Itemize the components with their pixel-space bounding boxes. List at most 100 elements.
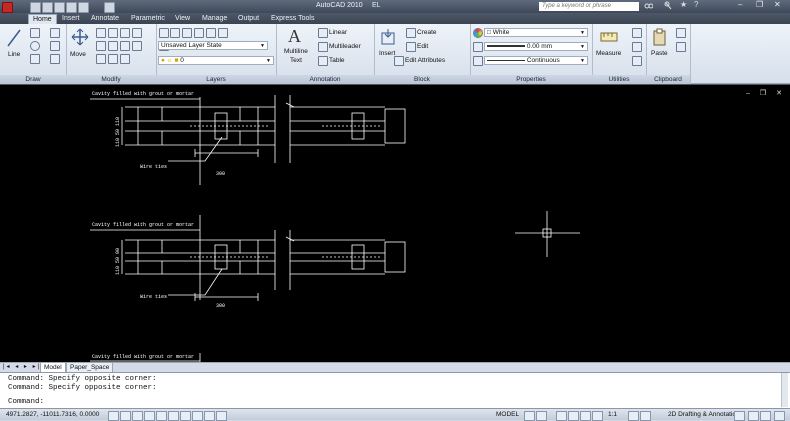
match-properties-icon[interactable]	[473, 28, 483, 38]
trim-icon[interactable]	[108, 28, 118, 38]
edit-block-icon[interactable]	[406, 42, 416, 52]
layer-lock-icon[interactable]	[206, 28, 216, 38]
cut-icon[interactable]	[676, 28, 686, 38]
tab-insert[interactable]: Insert	[62, 14, 80, 24]
array-icon[interactable]	[108, 54, 118, 64]
save-icon[interactable]	[54, 2, 65, 13]
calculator-icon[interactable]	[632, 56, 642, 66]
draw-panel-title[interactable]: Draw	[0, 75, 66, 84]
stretch-icon[interactable]	[96, 54, 106, 64]
lineweight-icon[interactable]	[473, 42, 483, 52]
insert-button-label[interactable]: Insert	[379, 50, 395, 57]
new-icon[interactable]	[30, 2, 41, 13]
edit-attributes-icon[interactable]	[394, 56, 404, 66]
measure-icon[interactable]	[600, 30, 618, 46]
color-dropdown[interactable]: □ White ▼	[484, 28, 588, 37]
create-block-button[interactable]: Create	[417, 29, 437, 36]
circle-icon[interactable]	[30, 41, 40, 51]
command-window[interactable]: Command: Specify opposite corner: Comman…	[0, 372, 790, 408]
layer-state-dropdown[interactable]: Unsaved Layer State ▼	[158, 41, 268, 50]
copy-clip-icon[interactable]	[676, 42, 686, 52]
command-scrollbar[interactable]	[781, 373, 788, 407]
layer-freeze-icon[interactable]	[194, 28, 204, 38]
edit-block-button[interactable]: Edit	[417, 43, 428, 50]
properties-panel-title[interactable]: Properties	[470, 75, 592, 84]
annotation-panel-title[interactable]: Annotation	[276, 75, 374, 84]
mtext-icon[interactable]: A	[288, 26, 301, 47]
ellipse-icon[interactable]	[50, 54, 60, 64]
layer-match-icon[interactable]	[218, 28, 228, 38]
line-icon[interactable]	[6, 28, 22, 50]
linear-dim-button[interactable]: Linear	[329, 29, 347, 36]
layer-properties-icon[interactable]	[159, 28, 169, 38]
block-panel-title[interactable]: Block	[374, 75, 470, 84]
polyline-icon[interactable]	[30, 28, 40, 38]
application-menu-button[interactable]	[2, 2, 13, 13]
move-icon[interactable]	[71, 28, 89, 48]
multileader-icon[interactable]	[318, 42, 328, 52]
explode-icon[interactable]	[132, 41, 142, 51]
search-input[interactable]: Type a keyword or phrase	[539, 2, 639, 11]
annotation-scale[interactable]: 1:1	[608, 411, 617, 418]
modify-panel-title[interactable]: Modify	[66, 75, 156, 84]
redo-icon[interactable]	[78, 2, 89, 13]
lineweight-dropdown[interactable]: 0.00 mm ▼	[484, 42, 588, 51]
mtext-button-label[interactable]: Multiline Text	[284, 47, 308, 65]
linetype-dropdown[interactable]: Continuous ▼	[484, 56, 588, 65]
utilities-panel-title[interactable]: Utilities	[592, 75, 646, 84]
binoculars-icon[interactable]	[644, 1, 654, 9]
paste-button-label[interactable]: Paste	[651, 50, 668, 57]
linear-dim-icon[interactable]	[318, 28, 328, 38]
measure-button-label[interactable]: Measure	[596, 50, 621, 57]
line-button-label[interactable]: Line	[8, 51, 20, 58]
edit-attributes-button[interactable]: Edit Attributes	[405, 57, 445, 64]
tab-express-tools[interactable]: Express Tools	[271, 14, 314, 24]
layers-panel-title[interactable]: Layers	[156, 75, 276, 84]
tab-view[interactable]: View	[175, 14, 190, 24]
layer-off-icon[interactable]	[170, 28, 180, 38]
command-prompt[interactable]: Command:	[8, 398, 44, 406]
app-title: AutoCAD 2010	[316, 2, 363, 9]
mirror-icon[interactable]	[108, 41, 118, 51]
linetype-icon[interactable]	[473, 56, 483, 66]
id-point-icon[interactable]	[632, 42, 642, 52]
clipboard-panel-title[interactable]: Clipboard	[646, 75, 690, 84]
tab-output[interactable]: Output	[238, 14, 259, 24]
fillet-icon[interactable]	[132, 28, 142, 38]
hatch-icon[interactable]	[50, 41, 60, 51]
scale-icon[interactable]	[120, 41, 130, 51]
dim-300-1: 300	[216, 171, 225, 177]
offset-icon[interactable]	[120, 54, 130, 64]
tab-parametric[interactable]: Parametric	[131, 14, 165, 24]
paste-icon[interactable]	[652, 28, 668, 48]
workspace-switcher[interactable]: 2D Drafting & Annotation	[668, 411, 740, 418]
table-icon[interactable]	[318, 56, 328, 66]
plot-icon[interactable]	[104, 2, 115, 13]
help-icon[interactable]: ?	[694, 0, 698, 9]
tab-annotate[interactable]: Annotate	[91, 14, 119, 24]
layer-isolate-icon[interactable]	[182, 28, 192, 38]
table-button[interactable]: Table	[329, 57, 345, 64]
erase-icon[interactable]	[120, 28, 130, 38]
current-layer-dropdown[interactable]: ● ☼ ■ 0 ▼	[158, 56, 274, 65]
tab-manage[interactable]: Manage	[202, 14, 227, 24]
multileader-button[interactable]: Multileader	[329, 43, 361, 50]
drawing-canvas[interactable]: – ❐ ✕ Cavity filled with grout or mortar…	[0, 84, 790, 363]
star-icon[interactable]: ★	[680, 0, 687, 9]
move-button-label[interactable]: Move	[70, 51, 86, 58]
insert-block-icon[interactable]	[380, 28, 398, 48]
arc-icon[interactable]	[30, 54, 40, 64]
close-icon[interactable]: ✕	[774, 0, 781, 9]
rotate-icon[interactable]	[96, 28, 106, 38]
rectangle-icon[interactable]	[50, 28, 60, 38]
layout-nav-arrows[interactable]: |◂ ◂ ▸ ▸|	[3, 363, 41, 370]
restore-icon[interactable]: ❐	[756, 0, 763, 9]
minimize-icon[interactable]: –	[738, 0, 742, 9]
copy-icon[interactable]	[96, 41, 106, 51]
key-icon[interactable]	[664, 1, 673, 13]
create-block-icon[interactable]	[406, 28, 416, 38]
open-icon[interactable]	[42, 2, 53, 13]
undo-icon[interactable]	[66, 2, 77, 13]
quick-select-icon[interactable]	[632, 28, 642, 38]
model-space-indicator[interactable]: MODEL	[496, 411, 519, 418]
